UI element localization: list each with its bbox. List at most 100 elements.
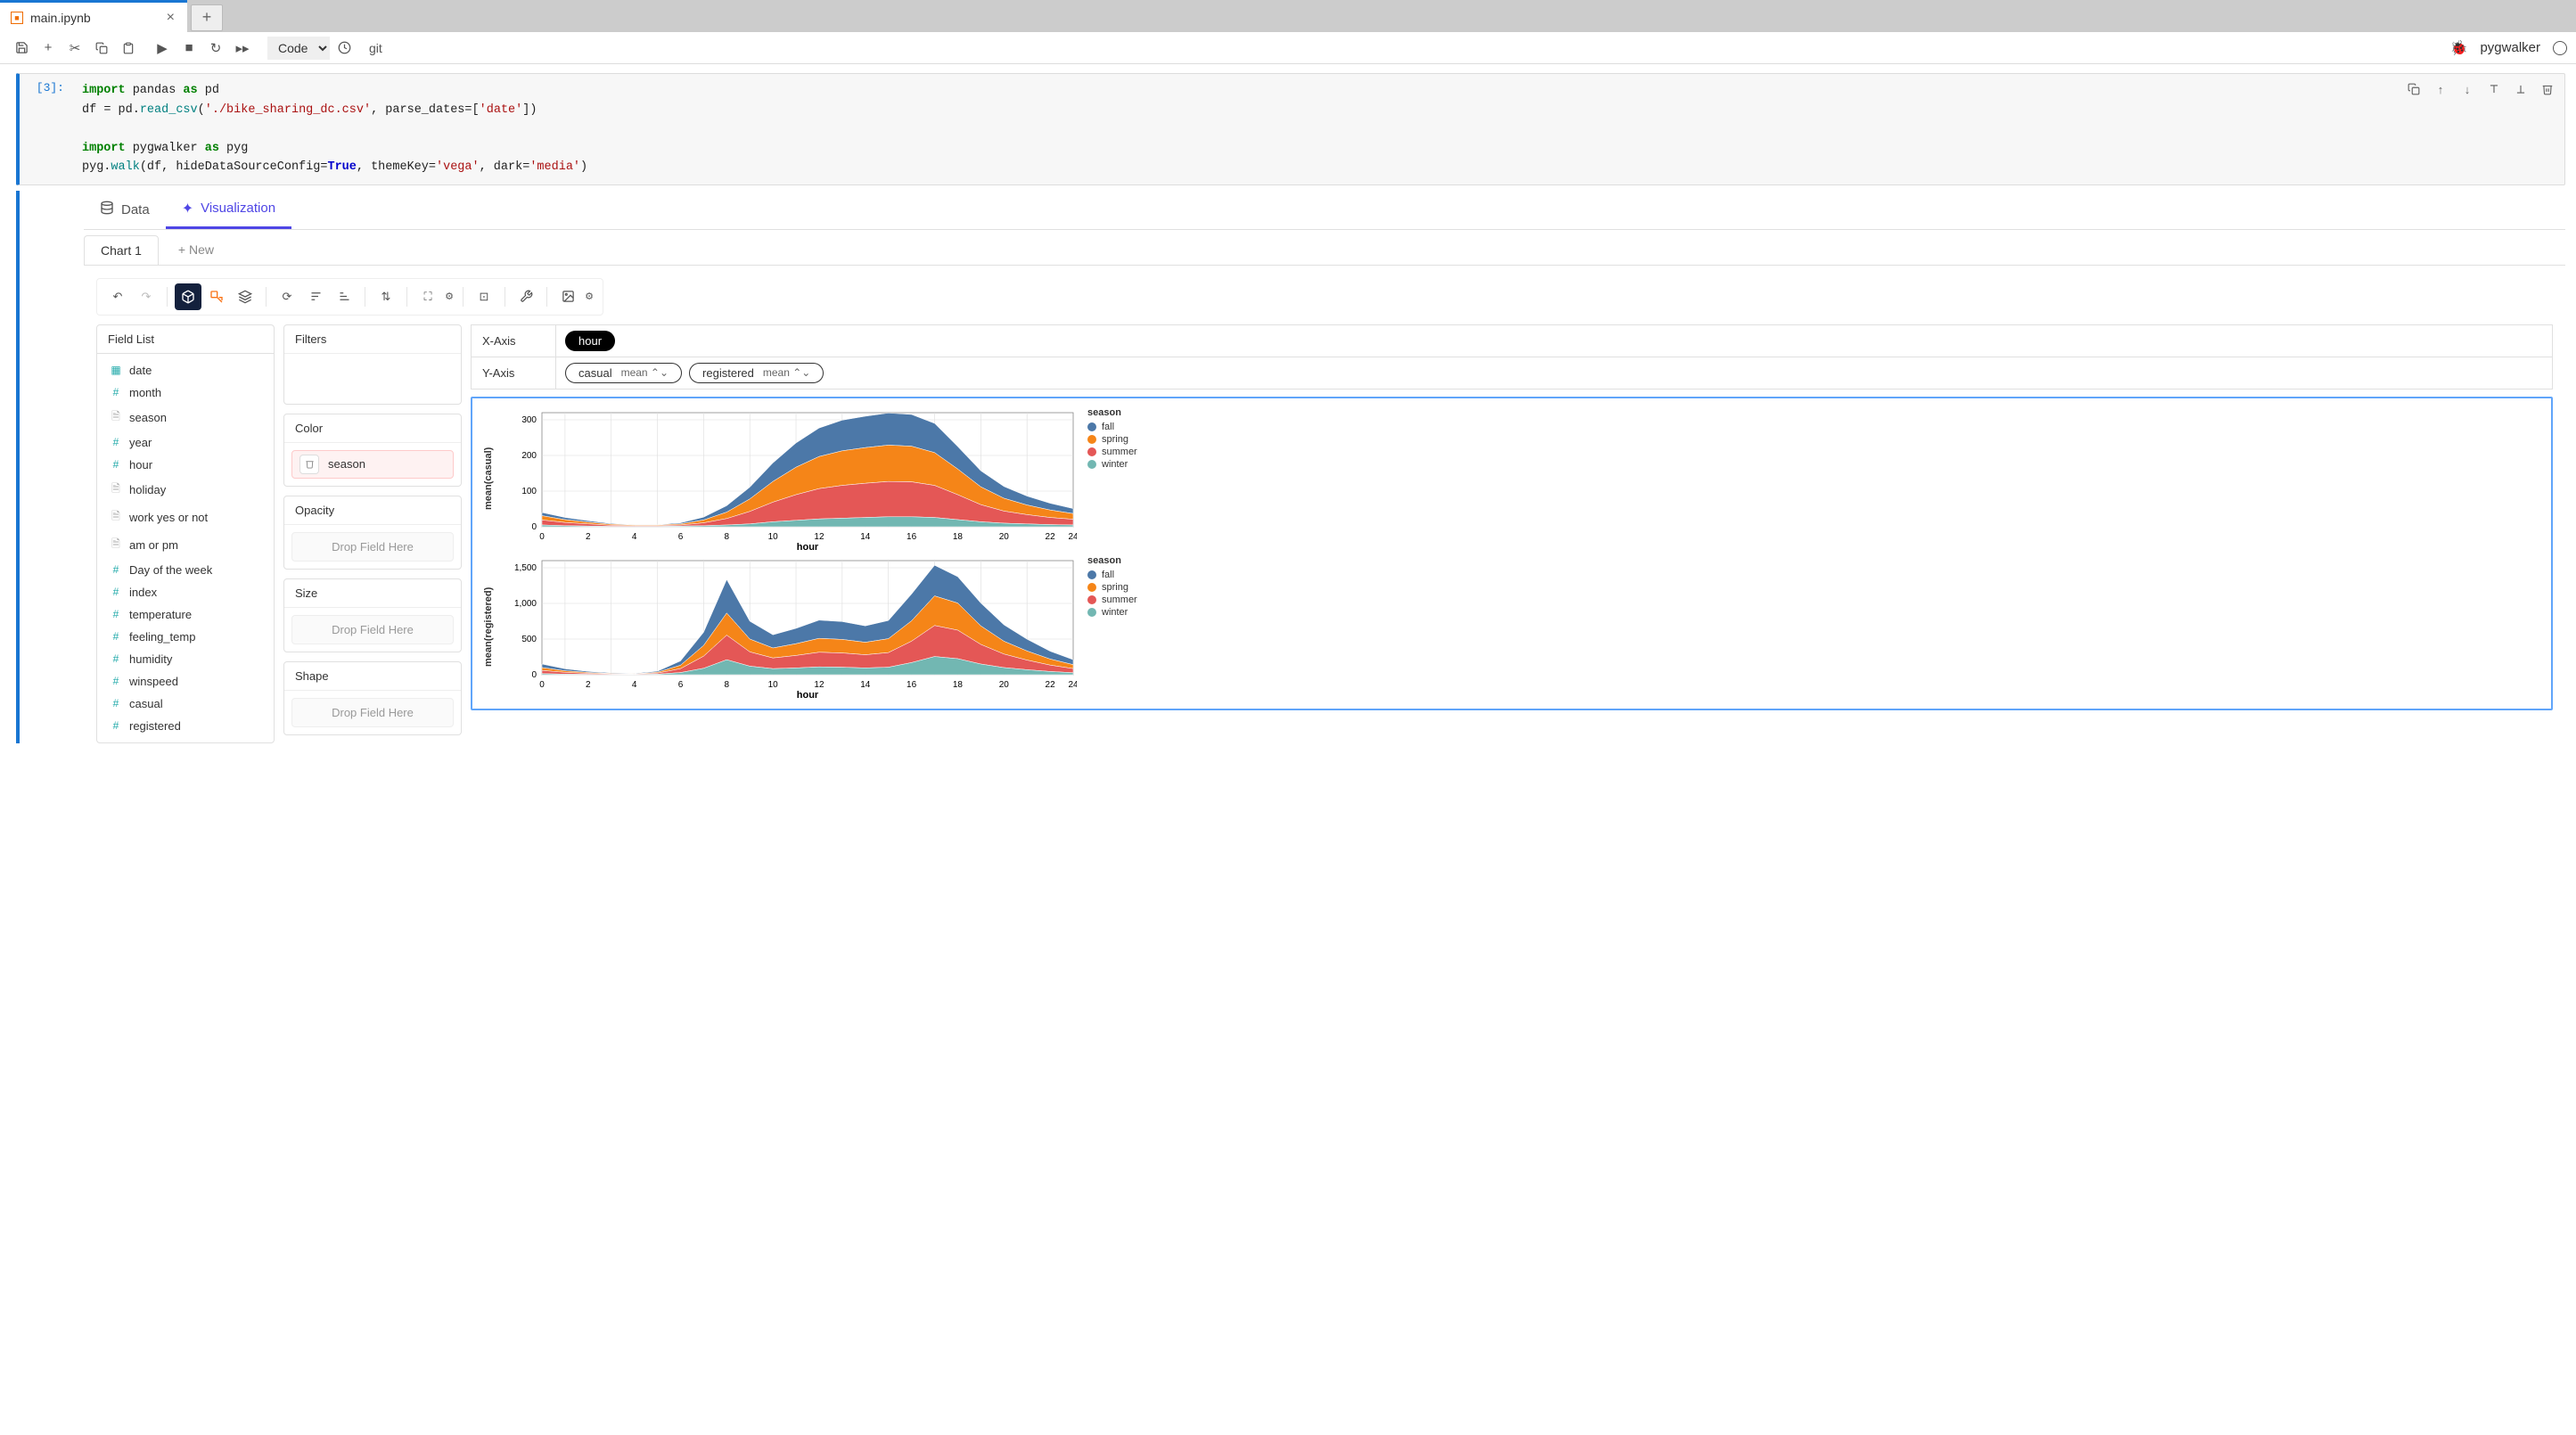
opacity-label: Opacity [284,496,461,525]
cut-button[interactable]: ✂ [62,36,87,61]
y-axis-shelf[interactable]: casualmean ⌃⌄ registeredmean ⌃⌄ [556,357,2552,389]
field-registered[interactable]: #registered [101,715,270,737]
color-label: Color [284,414,461,443]
svg-text:16: 16 [907,532,917,542]
field-humidity[interactable]: #humidity [101,648,270,670]
stop-button[interactable]: ■ [176,36,201,61]
field-holiday[interactable]: 🗎 holiday [101,476,270,504]
redo-button[interactable]: ↷ [133,283,160,310]
code-cell[interactable]: [3]: import pandas as pd df = pd.read_cs… [16,73,2565,185]
undo-button[interactable]: ↶ [104,283,131,310]
image-export-icon[interactable] [554,283,581,310]
field-date[interactable]: ▦date [101,359,270,381]
sort-asc-icon[interactable] [302,283,329,310]
focus-icon[interactable]: ⊡ [471,283,497,310]
tab-visualization[interactable]: ✦ Visualization [166,191,291,229]
legend-item-fall[interactable]: fall [1087,422,1137,432]
refresh-icon[interactable]: ⟳ [274,283,300,310]
copy-button[interactable] [89,36,114,61]
shape-drop-zone[interactable]: Drop Field Here [291,698,454,727]
tab-data[interactable]: Data [84,191,166,229]
add-tab-button[interactable]: + [191,4,223,31]
svg-text:1,500: 1,500 [514,563,537,573]
field-Day-of-the-week[interactable]: #Day of the week [101,559,270,581]
history-button[interactable] [332,36,357,61]
sort-desc-icon[interactable] [331,283,357,310]
tab-data-label: Data [121,202,150,217]
field-hour[interactable]: #hour [101,454,270,476]
close-tab-icon[interactable]: × [167,10,175,26]
move-down-icon[interactable]: ↓ [2457,79,2477,99]
field-label: holiday [129,483,166,496]
legend-item-spring[interactable]: spring [1087,582,1137,593]
field-am-or-pm[interactable]: 🗎am or pm [101,531,270,559]
field-work-yes-or-not[interactable]: 🗎work yes or not [101,504,270,531]
size-shelf[interactable]: Size Drop Field Here [283,578,462,652]
layers-icon[interactable] [232,283,258,310]
expand-settings-icon[interactable]: ⚙ [443,283,455,310]
x-chip-hour[interactable]: hour [565,331,615,351]
color-field-pill[interactable]: season [291,450,454,479]
cell-type-select[interactable]: Code [267,37,330,60]
run-button[interactable]: ▶ [150,36,175,61]
chart-canvas[interactable]: mean(casual)0100200300024681012141618202… [471,397,2553,710]
field-month[interactable]: #month [101,381,270,404]
legend-item-winter[interactable]: winter [1087,459,1137,470]
insert-above-icon[interactable] [2484,79,2504,99]
remove-color-field-icon[interactable] [299,455,319,474]
export-settings-icon[interactable]: ⚙ [583,283,595,310]
cell-output: Data ✦ Visualization Chart 1 + New ↶ ↷ [84,191,2565,743]
field-temperature[interactable]: #temperature [101,603,270,626]
move-up-icon[interactable]: ↑ [2431,79,2450,99]
git-label[interactable]: git [369,41,382,55]
field-label: humidity [129,652,172,666]
filters-shelf[interactable]: Filters [283,324,462,405]
legend-item-summer[interactable]: summer [1087,447,1137,457]
expand-icon[interactable]: ⛶ [414,283,441,310]
tabbar: ■ main.ipynb × + [0,0,2576,32]
color-shelf[interactable]: Color season [283,414,462,487]
legend-item-spring[interactable]: spring [1087,434,1137,445]
size-drop-zone[interactable]: Drop Field Here [291,615,454,644]
x-axis-shelf[interactable]: hour [556,325,2552,357]
document-icon: 🗎 [110,480,122,499]
cursor-select-icon[interactable] [203,283,230,310]
add-chart-tab[interactable]: + New [162,235,230,265]
run-all-button[interactable]: ▸▸ [230,36,255,61]
duplicate-cell-icon[interactable] [2404,79,2424,99]
chart-tab-1[interactable]: Chart 1 [84,235,159,265]
delete-cell-icon[interactable] [2538,79,2557,99]
file-tab-main[interactable]: ■ main.ipynb × [0,0,187,32]
field-feeling_temp[interactable]: #feeling_temp [101,626,270,648]
restart-button[interactable]: ↻ [203,36,228,61]
cube-3d-icon[interactable] [175,283,201,310]
code-editor[interactable]: import pandas as pd df = pd.read_csv('./… [73,74,2564,184]
bug-icon[interactable]: 🐞 [2450,39,2468,57]
field-year[interactable]: #year [101,431,270,454]
shape-shelf[interactable]: Shape Drop Field Here [283,661,462,735]
field-index[interactable]: #index [101,581,270,603]
kernel-status-icon[interactable] [2553,41,2567,55]
svg-text:8: 8 [725,532,730,542]
save-button[interactable] [9,36,34,61]
insert-below-icon[interactable] [2511,79,2531,99]
svg-text:18: 18 [953,532,964,542]
legend-item-fall[interactable]: fall [1087,570,1137,580]
paste-button[interactable] [116,36,141,61]
opacity-drop-zone[interactable]: Drop Field Here [291,532,454,562]
field-casual[interactable]: #casual [101,693,270,715]
legend-item-winter[interactable]: winter [1087,607,1137,618]
document-icon: 🗎 [110,408,122,427]
field-season[interactable]: 🗎season [101,404,270,431]
kernel-name[interactable]: pygwalker [2480,40,2540,55]
legend-item-summer[interactable]: summer [1087,594,1137,605]
output-collapse-bar[interactable] [16,191,20,743]
add-cell-button[interactable]: + [36,36,61,61]
axis-swap-icon[interactable]: ⇅ [373,283,399,310]
field-winspeed[interactable]: #winspeed [101,670,270,693]
y-chip-casual[interactable]: casualmean ⌃⌄ [565,363,682,383]
svg-text:24: 24 [1068,532,1077,542]
opacity-shelf[interactable]: Opacity Drop Field Here [283,496,462,570]
wrench-icon[interactable] [513,283,539,310]
y-chip-registered[interactable]: registeredmean ⌃⌄ [689,363,824,383]
